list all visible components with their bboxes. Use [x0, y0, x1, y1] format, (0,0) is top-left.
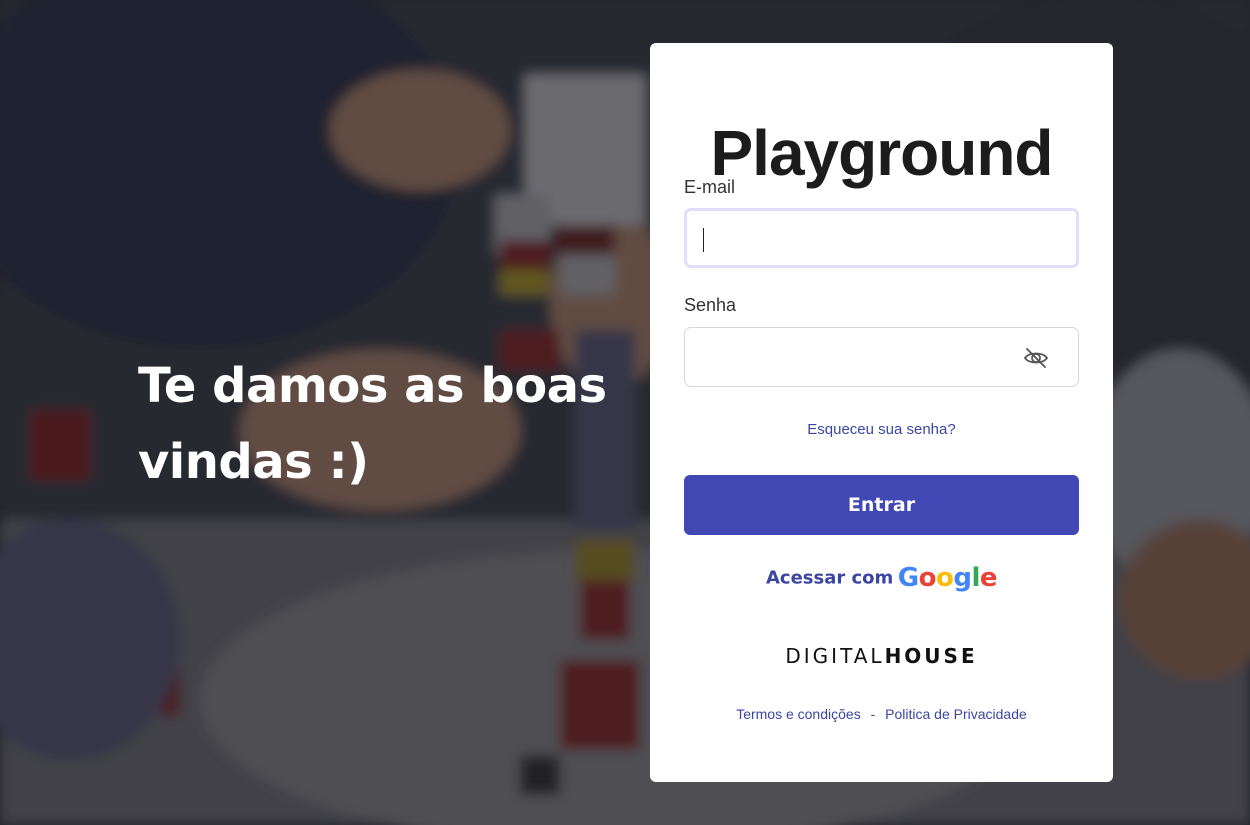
app-title: Playground	[710, 117, 1053, 189]
privacy-link[interactable]: Politica de Privacidade	[885, 706, 1027, 722]
eye-slash-icon[interactable]	[1022, 344, 1050, 372]
email-field[interactable]	[684, 208, 1079, 268]
welcome-heading: Te damos as boas vindas :)	[138, 358, 607, 490]
brand-light: DIGITAL	[785, 644, 885, 668]
login-button[interactable]: Entrar	[684, 475, 1079, 535]
digital-house-logo: DIGITALHOUSE	[650, 644, 1113, 668]
email-label: E-mail	[684, 177, 736, 197]
google-letter: e	[979, 563, 998, 593]
forgot-password-link[interactable]: Esqueceu sua senha?	[650, 421, 1113, 438]
text-caret	[703, 228, 704, 252]
footer-links: Termos e condições - Politica de Privaci…	[650, 706, 1113, 722]
google-letter: l	[971, 563, 980, 593]
google-login-label: Acessar com	[765, 567, 894, 589]
login-card: Playground E-mail Senha Esqueceu sua sen…	[650, 43, 1113, 782]
brand-bold: HOUSE	[884, 644, 978, 668]
google-letter: g	[953, 563, 972, 593]
footer-separator: -	[870, 706, 876, 722]
google-letter: o	[935, 563, 954, 593]
google-letter: G	[897, 563, 919, 593]
password-field[interactable]	[684, 327, 1079, 387]
password-label: Senha	[684, 295, 737, 315]
google-login-button[interactable]: Acessar com Google	[650, 563, 1113, 593]
terms-link[interactable]: Termos e condições	[736, 706, 861, 722]
google-logo: Google	[897, 563, 998, 593]
google-letter: o	[918, 563, 937, 593]
